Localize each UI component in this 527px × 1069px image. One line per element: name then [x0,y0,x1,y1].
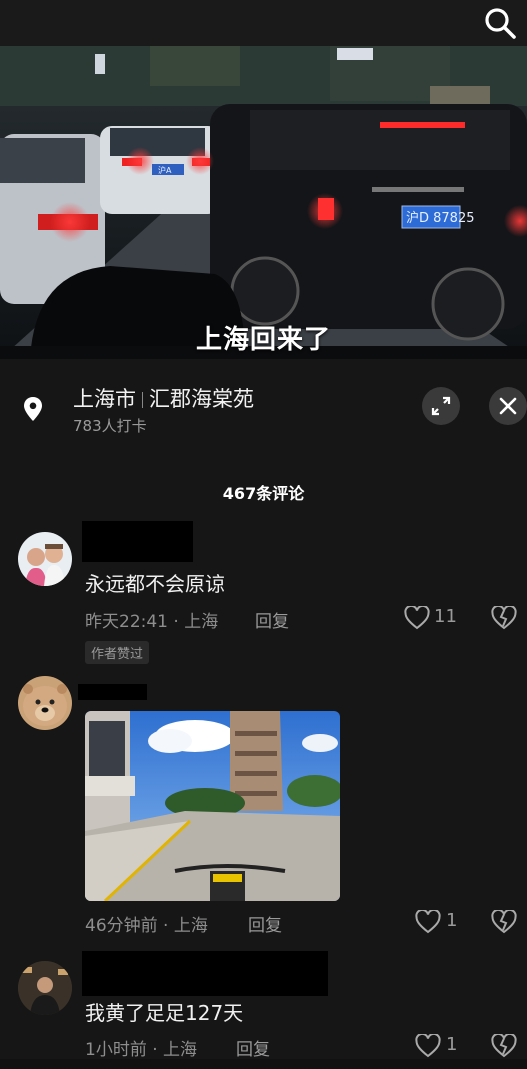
video-frame: 沪D 87825 沪A [0,46,527,359]
dislike-icon[interactable] [491,910,517,934]
location-pin-icon [24,397,42,421]
close-button[interactable] [489,387,527,425]
location-city: 上海市 [73,387,136,411]
reply-button[interactable]: 回复 [236,1035,270,1060]
location-bar[interactable]: 上海市 汇郡海棠苑 783人打卡 [0,359,527,459]
top-bar [0,0,527,46]
redacted-username [82,521,193,562]
video-player[interactable]: 沪D 87825 沪A 上海回来了 [0,46,527,359]
comment-text: 永远都不会原谅 [85,572,225,596]
comment-time-location: 昨天22:41 · 上海 [85,612,219,632]
heart-icon[interactable] [415,910,441,934]
redacted-username [82,951,328,996]
heart-icon[interactable] [404,606,430,630]
avatar[interactable] [18,532,72,586]
close-icon [499,397,517,415]
heart-icon[interactable] [415,1034,441,1058]
comment-time-location: 1小时前 · 上海 [85,1040,198,1060]
divider [142,392,143,408]
license-plate: 沪D 87825 [406,210,475,226]
comment-time-location: 46分钟前 · 上海 [85,916,208,936]
expand-icon [431,396,451,416]
avatar[interactable] [18,676,72,730]
comment-text: 我黄了足足127天 [85,1001,244,1025]
location-title: 上海市 汇郡海棠苑 [73,383,254,413]
avatar[interactable] [18,961,72,1015]
expand-button[interactable] [422,387,460,425]
reply-button[interactable]: 回复 [255,607,289,632]
bottom-divider [0,1059,527,1069]
dislike-icon[interactable] [491,1034,517,1058]
dislike-icon[interactable] [491,606,517,630]
location-place: 汇郡海棠苑 [149,387,254,411]
license-plate-small: 沪A [158,165,172,175]
search-icon[interactable] [483,6,517,40]
location-checkins: 783人打卡 [73,417,147,435]
comment-image[interactable] [85,711,340,901]
like-count: 11 [434,606,457,627]
author-liked-badge: 作者赞过 [85,641,150,664]
redacted-username [78,684,147,700]
like-count: 1 [446,910,458,931]
like-count: 1 [446,1034,458,1055]
comment-count: 467条评论 [222,484,305,503]
video-caption: 上海回来了 [195,325,331,355]
reply-button[interactable]: 回复 [248,911,282,936]
